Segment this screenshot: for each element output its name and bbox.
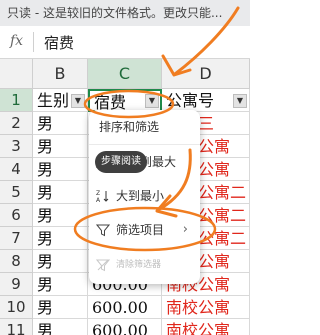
filter-dropdown-icon[interactable]: ▼: [71, 94, 85, 108]
table-cell[interactable]: 男: [33, 296, 88, 319]
row-header[interactable]: 7: [0, 227, 33, 250]
select-all-corner[interactable]: [0, 59, 33, 89]
menu-item-label: 清除筛选器: [116, 260, 162, 270]
svg-text:A: A: [96, 197, 101, 203]
filter-dropdown-icon[interactable]: ▼: [233, 94, 247, 108]
table-cell[interactable]: 男: [33, 319, 88, 335]
sort-filter-menu: 排序和筛选 A Z 从小到最大 Z A 大到最小 筛选项目 ›: [89, 110, 200, 284]
spreadsheet-app: 只读 - 这是较旧的文件格式。更改只能... fx 宿费 B C D 1 生别 ▼ 宿费 ▼ 公…: [0, 0, 250, 335]
table-cell[interactable]: 男: [33, 158, 88, 181]
menu-item-sort-descending[interactable]: Z A 大到最小: [89, 179, 200, 213]
step-reading-chip[interactable]: 步骤阅读: [95, 151, 147, 173]
table-cell[interactable]: 男: [33, 112, 88, 135]
formula-bar: fx 宿费: [0, 26, 250, 59]
filter-dropdown-icon[interactable]: ▼: [145, 94, 159, 108]
filter-icon: [96, 224, 110, 237]
formula-input[interactable]: 宿费: [44, 32, 74, 53]
row-header[interactable]: 2: [0, 112, 33, 135]
table-cell[interactable]: 600.00: [88, 296, 162, 319]
column-header-c[interactable]: C: [88, 59, 162, 89]
menu-item-sort-and-filter: 排序和筛选: [89, 110, 200, 144]
menu-item-label: 筛选项目: [116, 223, 165, 237]
sort-descending-icon: Z A: [96, 190, 109, 203]
table-cell[interactable]: 男: [33, 227, 88, 250]
table-cell[interactable]: 男: [33, 181, 88, 204]
row-header[interactable]: 3: [0, 135, 33, 158]
row-header[interactable]: 9: [0, 273, 33, 296]
formula-divider: [33, 32, 34, 52]
menu-item-clear-filter: 清除筛选器: [89, 248, 200, 282]
menu-item-label: 排序和筛选: [99, 120, 160, 134]
table-cell[interactable]: 男: [33, 135, 88, 158]
row-header[interactable]: 10: [0, 296, 33, 319]
readonly-banner-text: 只读 - 这是较旧的文件格式。更改只能...: [7, 6, 223, 20]
column-header-d[interactable]: D: [162, 59, 250, 89]
readonly-banner[interactable]: 只读 - 这是较旧的文件格式。更改只能...: [0, 0, 250, 26]
svg-text:Z: Z: [96, 190, 100, 197]
clear-filter-icon: [96, 259, 110, 272]
menu-item-filter-items[interactable]: 筛选项目 ›: [89, 213, 200, 247]
row-header[interactable]: 1: [0, 89, 33, 112]
table-cell[interactable]: 600.00: [88, 319, 162, 335]
row-header[interactable]: 8: [0, 250, 33, 273]
column-header-b[interactable]: B: [33, 59, 88, 89]
table-cell[interactable]: 南校公寓: [162, 319, 250, 335]
table-cell[interactable]: 男: [33, 250, 88, 273]
chevron-right-icon: ›: [182, 222, 188, 237]
row-header[interactable]: 5: [0, 181, 33, 204]
fx-icon: fx: [10, 33, 24, 49]
row-header[interactable]: 6: [0, 204, 33, 227]
row-header[interactable]: 4: [0, 158, 33, 181]
menu-item-label: 大到最小: [116, 189, 165, 203]
row-header[interactable]: 11: [0, 319, 33, 335]
table-cell[interactable]: 男: [33, 273, 88, 296]
table-cell[interactable]: 男: [33, 204, 88, 227]
table-cell[interactable]: 南校公寓: [162, 296, 250, 319]
